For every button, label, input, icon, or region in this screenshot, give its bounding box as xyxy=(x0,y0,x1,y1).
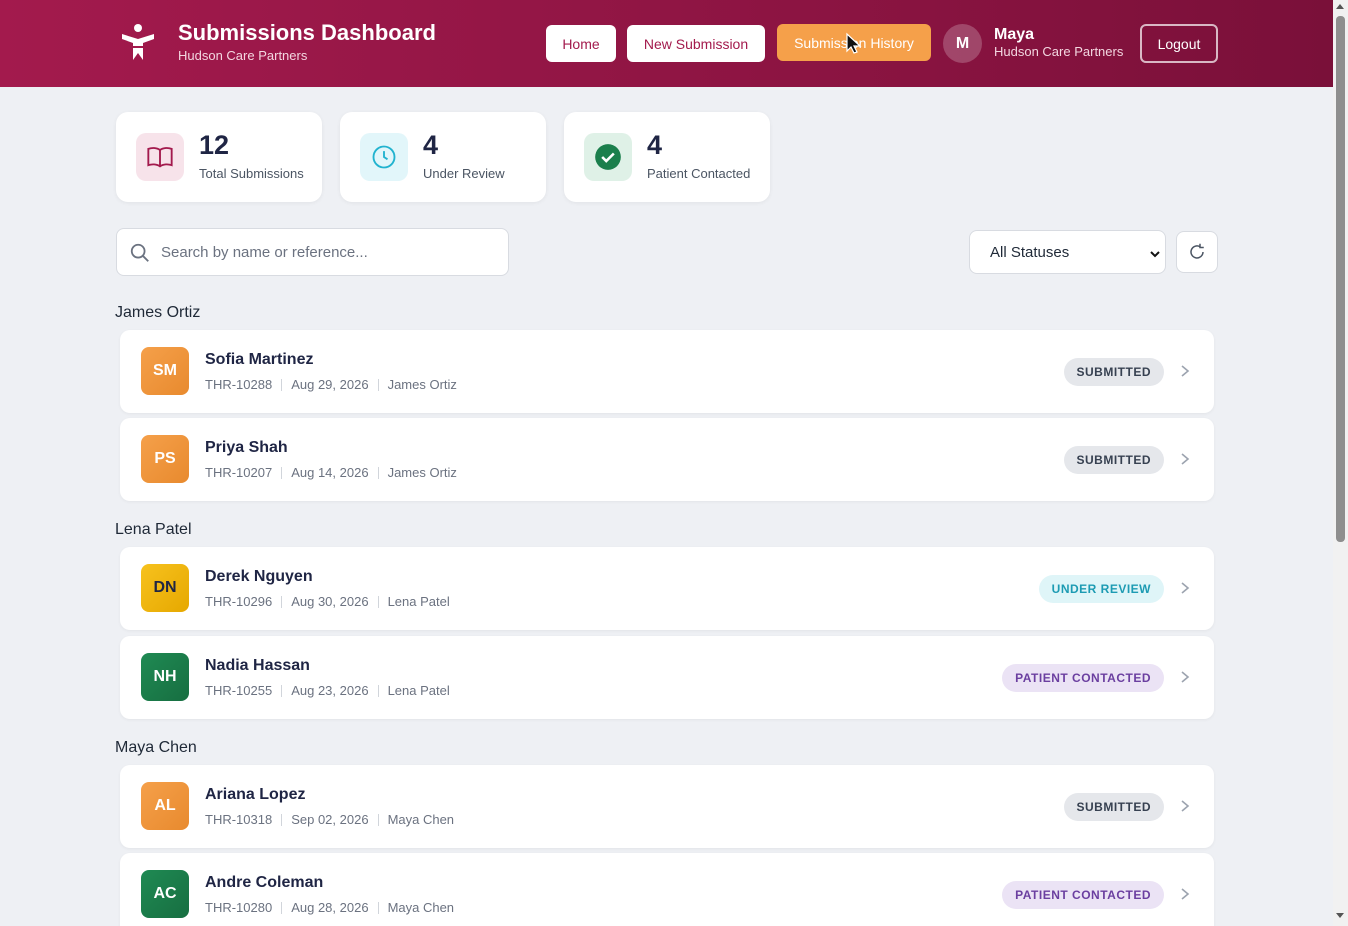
submission-name: Priya Shah xyxy=(205,439,288,456)
submission-name: Derek Nguyen xyxy=(205,568,313,585)
status-filter-value: All Statuses xyxy=(990,243,1070,261)
clock-icon xyxy=(360,133,408,181)
user-avatar[interactable]: M xyxy=(943,24,982,63)
submission-meta: THR-10318 Sep 02, 2026 Maya Chen xyxy=(205,812,454,827)
group-title: James Ortiz xyxy=(115,304,201,321)
submission-meta: THR-10288 Aug 29, 2026 James Ortiz xyxy=(205,377,457,392)
avatar: AL xyxy=(141,782,189,830)
avatar: AC xyxy=(141,870,189,918)
avatar: PS xyxy=(141,435,189,483)
book-icon xyxy=(136,133,184,181)
group-title: Maya Chen xyxy=(115,739,197,756)
stat-label: Under Review xyxy=(423,166,505,181)
submission-owner: James Ortiz xyxy=(387,465,457,480)
list-item[interactable]: AL Ariana Lopez THR-10318 Sep 02, 2026 M… xyxy=(120,765,1214,848)
avatar: NH xyxy=(141,653,189,701)
submission-ref: THR-10207 xyxy=(205,465,273,480)
list-item[interactable]: PS Priya Shah THR-10207 Aug 14, 2026 Jam… xyxy=(120,418,1214,501)
search-input[interactable] xyxy=(161,230,501,274)
submission-date: Aug 30, 2026 xyxy=(291,594,369,609)
chevron-right-icon xyxy=(1178,364,1192,378)
logo-icon xyxy=(116,20,160,64)
stat-label: Total Submissions xyxy=(199,166,304,181)
search-icon xyxy=(129,242,151,264)
submission-name: Andre Coleman xyxy=(205,874,324,891)
submission-owner: James Ortiz xyxy=(387,377,457,392)
stat-value: 12 xyxy=(199,130,230,160)
list-item[interactable]: SM Sofia Martinez THR-10288 Aug 29, 2026… xyxy=(120,330,1214,413)
group-title: Lena Patel xyxy=(115,521,192,538)
logout-button[interactable]: Logout xyxy=(1140,24,1218,63)
submission-owner: Lena Patel xyxy=(387,683,450,698)
search-box xyxy=(116,228,509,276)
submission-date: Aug 14, 2026 xyxy=(291,465,369,480)
chevron-right-icon xyxy=(1178,452,1192,466)
nav-home-button[interactable]: Home xyxy=(546,25,616,62)
scroll-down-arrow-icon[interactable] xyxy=(1336,913,1344,918)
page-title: Submissions Dashboard xyxy=(178,20,436,45)
stat-value: 4 xyxy=(647,130,663,160)
nav-new-submission-button[interactable]: New Submission xyxy=(627,25,765,62)
submission-meta: THR-10255 Aug 23, 2026 Lena Patel xyxy=(205,683,450,698)
submission-date: Sep 02, 2026 xyxy=(291,812,369,827)
chevron-right-icon xyxy=(1178,670,1192,684)
list-item[interactable]: AC Andre Coleman THR-10280 Aug 28, 2026 … xyxy=(120,853,1214,926)
avatar: DN xyxy=(141,564,189,612)
check-circle-icon xyxy=(584,133,632,181)
submission-name: Sofia Martinez xyxy=(205,351,314,368)
submission-ref: THR-10318 xyxy=(205,812,273,827)
submission-owner: Maya Chen xyxy=(387,812,455,827)
submission-name: Nadia Hassan xyxy=(205,657,310,674)
status-badge: PATIENT CONTACTED xyxy=(1002,881,1164,909)
submission-ref: THR-10288 xyxy=(205,377,273,392)
mouse-cursor-icon xyxy=(841,31,865,55)
chevron-right-icon xyxy=(1178,887,1192,901)
refresh-icon xyxy=(1190,243,1204,259)
chevron-down-icon xyxy=(1149,247,1161,259)
user-name: Maya xyxy=(994,26,1035,43)
chevron-right-icon xyxy=(1178,581,1192,595)
page-scrollbar[interactable] xyxy=(1333,0,1348,926)
refresh-button[interactable] xyxy=(1176,231,1218,273)
user-org: Hudson Care Partners xyxy=(994,44,1124,59)
list-item[interactable]: DN Derek Nguyen THR-10296 Aug 30, 2026 L… xyxy=(120,547,1214,630)
list-item[interactable]: NH Nadia Hassan THR-10255 Aug 23, 2026 L… xyxy=(120,636,1214,719)
avatar: SM xyxy=(141,347,189,395)
stat-value: 4 xyxy=(423,130,439,160)
submission-date: Aug 29, 2026 xyxy=(291,377,369,392)
submission-ref: THR-10255 xyxy=(205,683,273,698)
stat-card-patient-contacted: 4 Patient Contacted xyxy=(564,112,770,202)
chevron-right-icon xyxy=(1178,799,1192,813)
submission-meta: THR-10296 Aug 30, 2026 Lena Patel xyxy=(205,594,450,609)
status-badge: SUBMITTED xyxy=(1063,793,1164,821)
scroll-up-arrow-icon[interactable] xyxy=(1336,4,1344,9)
submission-owner: Maya Chen xyxy=(387,900,455,915)
stat-card-total: 12 Total Submissions xyxy=(116,112,322,202)
status-filter-select[interactable]: All Statuses xyxy=(969,230,1166,274)
submission-owner: Lena Patel xyxy=(387,594,450,609)
status-badge: SUBMITTED xyxy=(1063,446,1164,474)
submission-ref: THR-10296 xyxy=(205,594,273,609)
scrollbar-thumb[interactable] xyxy=(1336,16,1345,542)
status-badge: UNDER REVIEW xyxy=(1038,575,1164,603)
page-subtitle: Hudson Care Partners xyxy=(178,48,308,63)
status-badge: PATIENT CONTACTED xyxy=(1002,664,1164,692)
submission-name: Ariana Lopez xyxy=(205,786,306,803)
submission-ref: THR-10280 xyxy=(205,900,273,915)
submission-date: Aug 28, 2026 xyxy=(291,900,369,915)
status-badge: SUBMITTED xyxy=(1063,358,1164,386)
stat-label: Patient Contacted xyxy=(647,166,751,181)
stat-card-under-review: 4 Under Review xyxy=(340,112,546,202)
submission-meta: THR-10207 Aug 14, 2026 James Ortiz xyxy=(205,465,457,480)
submission-date: Aug 23, 2026 xyxy=(291,683,369,698)
submission-meta: THR-10280 Aug 28, 2026 Maya Chen xyxy=(205,900,454,915)
app-header: Submissions Dashboard Hudson Care Partne… xyxy=(0,0,1333,87)
